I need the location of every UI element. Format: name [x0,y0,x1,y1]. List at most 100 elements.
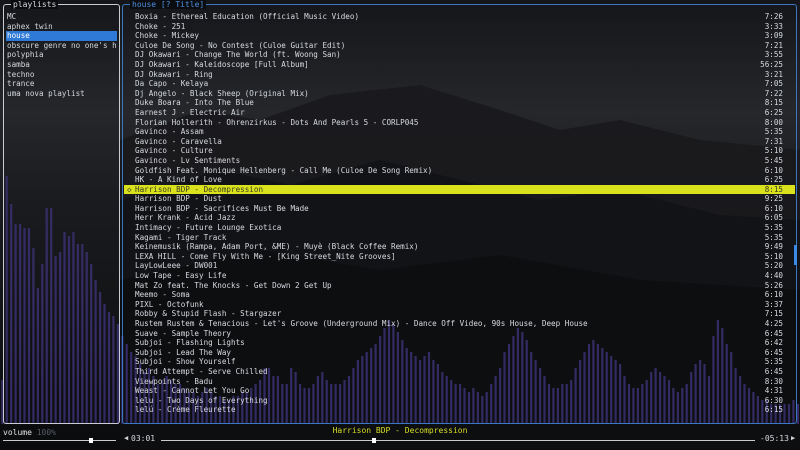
track-row[interactable]: Meemo - Soma 6:10 [124,290,795,300]
track-row[interactable]: DJ Okawari - Kaleidoscope [Full Album] 56… [124,60,795,70]
track-row[interactable]: Harrison BDP - Sacrifices Must Be Made 6:… [124,204,795,214]
track-duration: 9:49 [764,242,783,252]
track-title: HK - A Kind of Love [135,175,222,185]
track-row[interactable]: Gavinco - Culture 5:10 [124,146,795,156]
track-row[interactable]: Earnest J - Electric Air 6:25 [124,108,795,118]
track-row[interactable]: Harrison BDP - Dust 9:25 [124,194,795,204]
tracks-scrollbar[interactable] [794,245,797,265]
track-title: PIXL - Octofunk [135,299,204,309]
playlist-item[interactable]: house [6,31,117,41]
playlist-list: MC aphex twin house obscure genre no one's … [6,12,117,98]
track-title: lelu - Two Days of Everything [135,395,268,405]
track-row[interactable]: DJ Okawari - Ring 3:21 [124,70,795,80]
playlists-panel: playlists MC aphex twin house obscure genre… [3,0,120,424]
track-duration: 6:10 [764,290,783,300]
track-title: Keinemusik (Rampa, Adam Port, &ME) - Muy… [135,242,419,252]
track-row[interactable]: Gavinco - Caravella 7:31 [124,137,795,147]
track-title: Harrison BDP - Decompression [135,184,264,194]
playlist-item[interactable]: aphex twin [6,22,117,32]
track-row[interactable]: Third Attempt - Serve Chilled 6:45 [124,367,795,377]
track-row[interactable]: Low Tape - Easy Life 4:40 [124,271,795,281]
track-row[interactable]: lelú - Crème Fleurette 6:15 [124,405,795,415]
track-row[interactable]: Goldfish Feat. Monique Hellenberg - Call… [124,166,795,176]
track-row[interactable]: Robby & Stupid Flash - Stargazer 7:15 [124,309,795,319]
track-row[interactable]: Gavinco - Lv Sentiments 5:45 [124,156,795,166]
track-row[interactable]: Herr Krank - Acid Jazz 6:05 [124,213,795,223]
seek-bar[interactable] [161,440,755,441]
track-row[interactable]: Culoe De Song - No Contest (Culoe Guitar… [124,41,795,51]
track-title: DJ Okawari - Ring [135,69,213,79]
track-title: Choke - 251 [135,21,186,31]
track-row[interactable]: Mat Zo feat. The Knocks - Get Down 2 Get… [124,281,795,291]
track-row[interactable]: Gavinco - Assam 5:35 [124,127,795,137]
seek-back-icon[interactable]: ◀ [124,434,128,442]
playlist-item[interactable]: polyphia [6,50,117,60]
track-row[interactable]: Florian Hollerith - Ohrenzirkus - Dots A… [124,118,795,128]
track-row[interactable]: Subjoi - Lead The Way 6:45 [124,348,795,358]
track-row[interactable]: PIXL - Octofunk 3:37 [124,300,795,310]
track-title: Viewpoints - Badu [135,376,213,386]
track-title: Kagami - Tiger Track [135,232,227,242]
track-row[interactable]: Da Capo - Kelaya 7:05 [124,79,795,89]
track-list: Boxia - Ethereal Education (Official Mus… [124,12,795,415]
track-duration: 6:25 [764,175,783,185]
playlist-item[interactable]: uma nova playlist [6,89,117,99]
playlist-item[interactable]: trance [6,79,117,89]
track-row[interactable]: Choke - Mickey 3:09 [124,31,795,41]
track-title: Gavinco - Culture [135,146,213,156]
track-title: LayLowLeee - DW001 [135,261,218,271]
seek-forward-icon[interactable]: ▶ [791,434,795,442]
track-title: Boxia - Ethereal Education (Official Mus… [135,12,360,21]
track-row[interactable]: Dj Angelo - Black Sheep (Original Mix) 7:… [124,89,795,99]
playlist-item[interactable]: obscure genre no one's heard [6,41,117,51]
track-duration: 7:21 [764,40,783,50]
track-row[interactable]: lelu - Two Days of Everything 6:30 [124,396,795,406]
track-row[interactable]: Suave - Sample Theory 6:45 [124,329,795,339]
track-duration: 3:55 [764,50,783,60]
track-duration: 4:25 [764,319,783,328]
track-title: Intimacy - Future Lounge Exotica [135,223,282,233]
now-playing-title: Harrison BDP - Decompression [332,426,468,435]
track-duration: 6:45 [764,328,783,338]
track-row[interactable]: Subjoi - Show Yourself 5:35 [124,357,795,367]
track-row[interactable]: Rustem Rustem & Tenacious - Let's Groove… [124,319,795,329]
track-duration: 7:15 [764,309,783,319]
seek-bar-knob[interactable] [372,438,376,443]
track-row[interactable]: Kagami - Tiger Track 5:35 [124,233,795,243]
track-row-playing[interactable]: ◇ Harrison BDP - Decompression 8:15 [124,184,795,195]
track-row[interactable]: Intimacy - Future Lounge Exotica 5:35 [124,223,795,233]
track-duration: 6:25 [764,107,783,117]
track-row[interactable]: Boxia - Ethereal Education (Official Mus… [124,12,795,22]
track-duration: 4:40 [764,271,783,281]
track-duration: 8:15 [764,184,783,194]
playlist-item[interactable]: MC [6,12,117,22]
track-row[interactable]: LEXA HILL - Come Fly With Me - [King Str… [124,252,795,262]
track-duration: 3:09 [764,31,783,41]
track-row[interactable]: Duke Boara - Into The Blue 8:15 [124,98,795,108]
track-row[interactable]: DJ Okawari - Change The World (ft. Woong… [124,50,795,60]
track-row[interactable]: LayLowLeee - DW001 5:20 [124,261,795,271]
track-duration: 7:05 [764,79,783,89]
track-duration: 7:31 [764,136,783,146]
track-row[interactable]: HK - A Kind of Love 6:25 [124,175,795,185]
track-duration: 6:15 [764,405,783,415]
track-title: Harrison BDP - Dust [135,194,222,204]
track-row[interactable]: Viewpoints - Badu 8:30 [124,377,795,387]
playlist-item[interactable]: samba [6,60,117,70]
track-title: Subjoi - Flashing Lights [135,338,245,348]
track-title: Herr Krank - Acid Jazz [135,213,236,223]
track-row[interactable]: Weast - Cannot Let You Go 4:31 [124,386,795,396]
track-row[interactable]: Subjoi - Flashing Lights 6:42 [124,338,795,348]
track-duration: 5:35 [764,357,783,367]
track-title: Robby & Stupid Flash - Stargazer [135,309,282,319]
track-title: Earnest J - Electric Air [135,107,245,117]
track-title: Duke Boara - Into The Blue [135,98,254,108]
track-duration: 5:45 [764,155,783,165]
volume-slider[interactable] [3,440,116,441]
now-playing-indicator-icon: ◇ [127,184,132,194]
playlist-item[interactable]: techno [6,70,117,80]
volume-slider-knob[interactable] [89,438,93,443]
track-row[interactable]: Choke - 251 3:33 [124,22,795,32]
track-duration: 4:31 [764,386,783,396]
track-row[interactable]: Keinemusik (Rampa, Adam Port, &ME) - Muy… [124,242,795,252]
